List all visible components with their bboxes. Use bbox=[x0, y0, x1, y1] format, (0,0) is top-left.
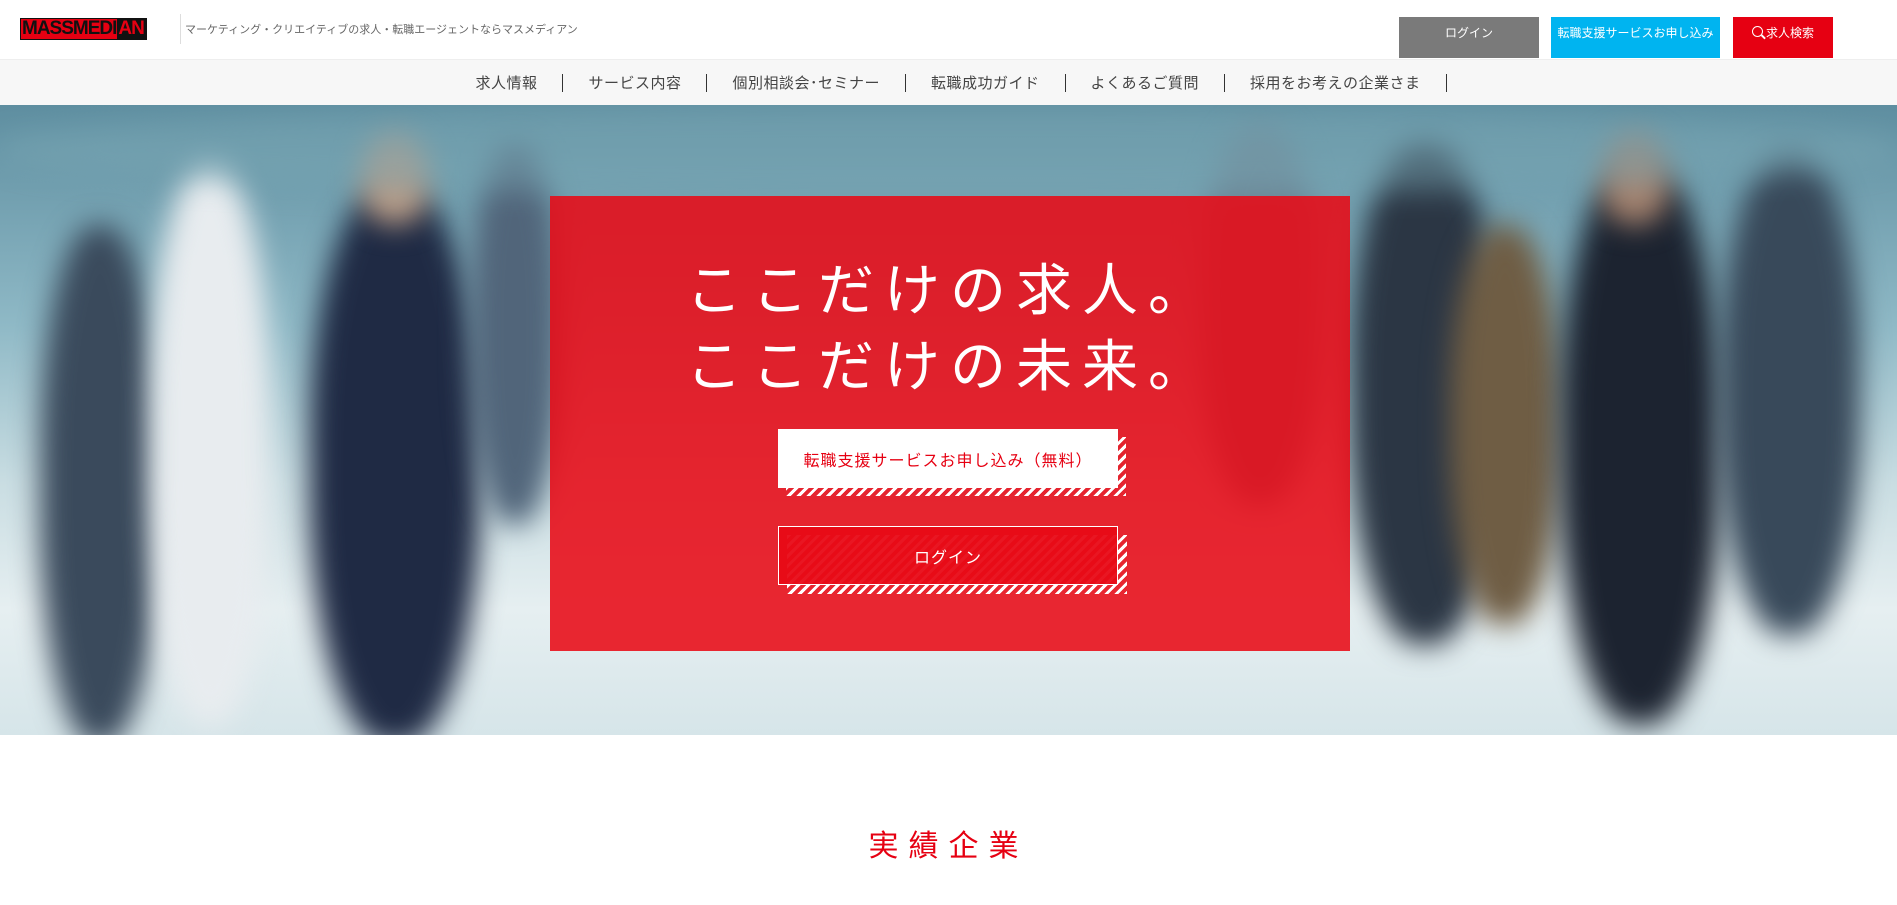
header-login-button[interactable]: ログイン bbox=[1399, 17, 1539, 58]
nav-item-for-companies[interactable]: 採用をお考えの企業さま bbox=[1225, 73, 1447, 92]
header-apply-label: 転職支援サービスお申し込み bbox=[1557, 26, 1714, 40]
nav-item-services[interactable]: サービス内容 bbox=[563, 73, 708, 92]
massmedian-logo[interactable]: MASSMEDI AN bbox=[20, 18, 147, 40]
hero-apply-label: 転職支援サービスお申し込み（無料） bbox=[803, 450, 1093, 470]
search-icon bbox=[1751, 26, 1763, 37]
nav-item-seminars[interactable]: 個別相談会･セミナー bbox=[707, 73, 906, 92]
hero-red-panel: ここだけの求人。 ここだけの未来。 転職支援サービスお申し込み（無料） ログイン bbox=[550, 196, 1350, 651]
hero-cta-group: 転職支援サービスお申し込み（無料） ログイン bbox=[550, 196, 1350, 651]
hero-login-label: ログイン bbox=[913, 547, 982, 567]
hero-apply-button[interactable]: 転職支援サービスお申し込み（無料） bbox=[778, 429, 1126, 496]
section-title-client-companies: 実績企業 bbox=[868, 829, 1029, 864]
nav-item-career-guide[interactable]: 転職成功ガイド bbox=[906, 73, 1066, 92]
hero-banner: ここだけの求人。 ここだけの未来。 転職支援サービスお申し込み（無料） ログイン bbox=[0, 105, 1897, 735]
site-header: MASSMEDI AN マーケティング・クリエイティブの求人・転職エージェントな… bbox=[0, 0, 1897, 59]
hero-login-button[interactable]: ログイン bbox=[778, 526, 1127, 594]
global-nav: 求人情報 サービス内容 個別相談会･セミナー 転職成功ガイド よくあるご質問 採… bbox=[0, 59, 1897, 105]
nav-item-jobs[interactable]: 求人情報 bbox=[450, 73, 564, 92]
header-job-search-button[interactable]: 求人検索 bbox=[1733, 17, 1833, 58]
logo-secondary-text: AN bbox=[117, 18, 146, 39]
site-tagline: マーケティング・クリエイティブの求人・転職エージェントならマスメディアン bbox=[185, 23, 578, 36]
nav-item-faq[interactable]: よくあるご質問 bbox=[1066, 73, 1226, 92]
logo-divider bbox=[180, 14, 181, 44]
header-login-label: ログイン bbox=[1444, 26, 1493, 40]
header-apply-button[interactable]: 転職支援サービスお申し込み bbox=[1551, 17, 1720, 58]
logo-primary-text: MASSMEDI bbox=[21, 18, 117, 39]
header-search-label: 求人検索 bbox=[1765, 26, 1814, 40]
